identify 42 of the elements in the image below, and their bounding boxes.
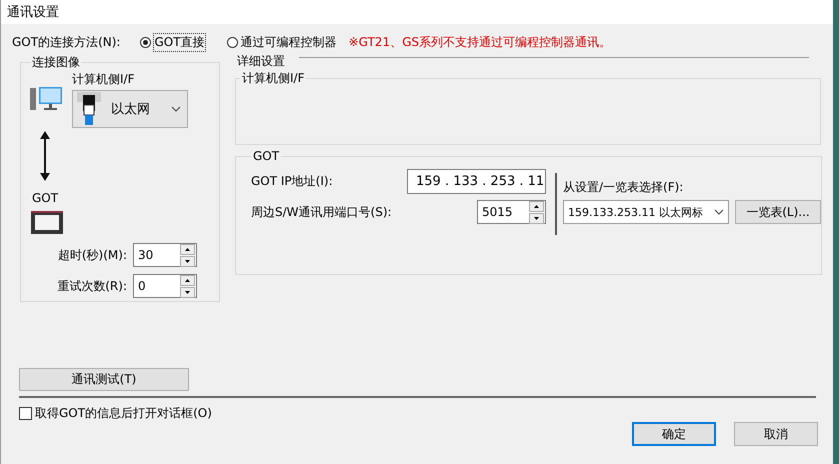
group-title: 连接图像 <box>31 54 81 71</box>
test-button[interactable]: 通讯测试(T) <box>19 368 189 391</box>
interface-label: 计算机侧I/F <box>72 71 136 88</box>
ok-button[interactable]: 确定 <box>632 422 716 446</box>
spin-label: 重试次数(R): <box>57 278 127 294</box>
number-field[interactable]: 30 <box>133 243 197 267</box>
setting-dropdown[interactable]: 159.133.253.11 以太网标 <box>563 200 729 224</box>
connection-method-label: GOT的连接方法(N): <box>12 34 120 50</box>
double-arrow-icon <box>40 131 50 181</box>
section-title: 详细设置 <box>237 53 285 70</box>
ip-address-field[interactable]: 159 . 133 . 253 . 11 <box>407 169 546 194</box>
radio-option[interactable]: 通过可编程控制器 <box>226 34 337 50</box>
spin-down-button[interactable] <box>180 256 195 266</box>
radio-icon[interactable] <box>140 36 152 48</box>
chevron-icon <box>714 209 724 215</box>
spin-down-button[interactable] <box>180 286 195 298</box>
ethernet-plug-icon <box>77 92 101 126</box>
spin-up-button[interactable] <box>180 274 195 286</box>
port-field[interactable]: 5015 <box>477 200 546 224</box>
window-title: 通讯设置 <box>7 4 59 21</box>
number-field[interactable]: 0 <box>133 274 197 298</box>
port-label: 周边S/W通讯用端口号(S): <box>251 204 392 220</box>
computer-icon <box>30 87 62 113</box>
spin-label: 超时(秒)(M): <box>58 246 127 264</box>
spin-up-button[interactable] <box>180 244 195 254</box>
spin-down-button[interactable] <box>529 212 544 224</box>
radio-icon[interactable] <box>226 36 238 48</box>
checkbox[interactable] <box>19 406 32 420</box>
got-label: GOT <box>32 191 60 205</box>
spin-up-button[interactable] <box>529 200 544 212</box>
group-title: 计算机侧I/F <box>241 70 306 87</box>
select-label: 从设置/一览表选择(F): <box>563 179 684 196</box>
list-button[interactable]: 一览表(L)... <box>735 200 821 224</box>
warning-note: ※GT21、GS系列不支持通过可编程控制器通讯。 <box>348 34 611 50</box>
interface-dropdown[interactable]: 以太网 <box>72 90 188 128</box>
ip-label: GOT IP地址(I): <box>251 173 333 190</box>
group-title: GOT <box>252 149 280 163</box>
cancel-button[interactable]: 取消 <box>734 422 818 446</box>
panel-screen-icon <box>31 211 63 234</box>
checkbox-option[interactable]: 取得GOT的信息后打开对话框(O) <box>19 400 212 426</box>
radio-option[interactable]: GOT直接 <box>140 34 205 50</box>
chevron-icon <box>171 106 181 112</box>
